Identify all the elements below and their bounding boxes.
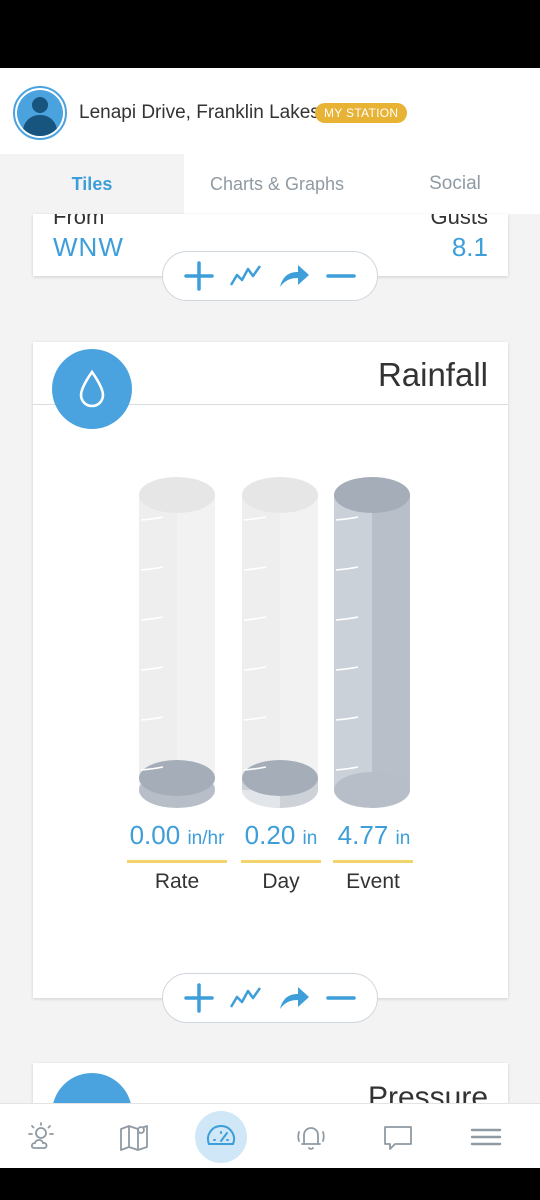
system-nav-bar [0, 1168, 540, 1200]
chart-button[interactable] [228, 258, 264, 294]
remove-button[interactable] [323, 980, 359, 1016]
tab-charts-graphs[interactable]: Charts & Graphs [184, 154, 370, 214]
share-button[interactable] [276, 258, 312, 294]
bottom-navigation [0, 1103, 540, 1168]
station-name[interactable]: Lenapi Drive, Franklin Lakes [79, 102, 320, 124]
rain-event-label: Event [346, 870, 400, 893]
gauge-surface [334, 477, 410, 513]
gauge-top [139, 477, 215, 513]
wind-gusts-value: 8.1 [451, 232, 488, 262]
rain-gauges [139, 477, 410, 808]
line-chart-icon [230, 265, 262, 286]
user-icon [17, 90, 63, 136]
gauge-bottom [334, 772, 410, 808]
tab-bar: Tiles Charts & Graphs Social [0, 154, 540, 214]
tab-social[interactable]: Social [370, 154, 540, 214]
nav-menu[interactable] [463, 1114, 509, 1160]
line-chart-icon [230, 987, 262, 1008]
wind-from-label: From [53, 214, 105, 229]
minus-icon [326, 996, 356, 1000]
rain-day-value: 0.20 in [244, 820, 318, 850]
rain-rate-value: 0.00 in/hr [129, 820, 225, 850]
nav-chat[interactable] [375, 1114, 421, 1160]
chart-button[interactable] [228, 980, 264, 1016]
share-arrow-icon [279, 987, 309, 1009]
share-button[interactable] [276, 980, 312, 1016]
gauge-top [242, 477, 318, 513]
avatar[interactable] [13, 86, 67, 140]
plus-icon [184, 983, 214, 1013]
my-station-badge: MY STATION [315, 103, 408, 123]
rain-day-label: Day [262, 870, 300, 893]
share-arrow-icon [279, 265, 309, 287]
status-bar [0, 0, 540, 68]
rate-underline [127, 860, 227, 863]
nav-weather[interactable] [20, 1114, 66, 1160]
rain-gauge-day [242, 477, 318, 808]
remove-button[interactable] [323, 258, 359, 294]
gauge-surface [242, 760, 318, 796]
wind-gusts-label: Gusts [430, 214, 488, 229]
rain-gauge-rate [139, 477, 215, 808]
day-underline [241, 860, 321, 863]
rainfall-action-pill [162, 973, 378, 1023]
gauge-fill [334, 495, 410, 790]
gauge-surface [139, 760, 215, 796]
map-icon [120, 1125, 148, 1151]
add-button[interactable] [181, 980, 217, 1016]
add-button[interactable] [181, 258, 217, 294]
wind-action-pill [162, 251, 378, 301]
gauge-tube-highlight [177, 495, 215, 790]
nav-map[interactable] [111, 1114, 157, 1160]
tab-tiles[interactable]: Tiles [0, 154, 184, 214]
weather-icon [28, 1122, 54, 1149]
nav-alerts[interactable] [288, 1114, 334, 1160]
event-underline [333, 860, 413, 863]
bell-icon [297, 1127, 325, 1150]
wind-from-value: WNW [53, 232, 124, 262]
menu-icon [470, 1128, 502, 1146]
rainfall-card: Rainfall 0.00 in/hr 0.20 in 4.77 in Rate… [33, 342, 508, 998]
dashboard-icon [207, 1125, 235, 1145]
nav-dashboard[interactable] [198, 1114, 244, 1160]
minus-icon [326, 274, 356, 278]
rain-gauge-event [334, 477, 410, 808]
rain-rate-label: Rate [154, 870, 200, 893]
rain-event-value: 4.77 in [337, 820, 411, 850]
chat-icon [384, 1126, 412, 1150]
plus-icon [184, 261, 214, 291]
gauge-tube-highlight [280, 495, 318, 790]
pressure-card: Pressure [33, 1063, 508, 1108]
